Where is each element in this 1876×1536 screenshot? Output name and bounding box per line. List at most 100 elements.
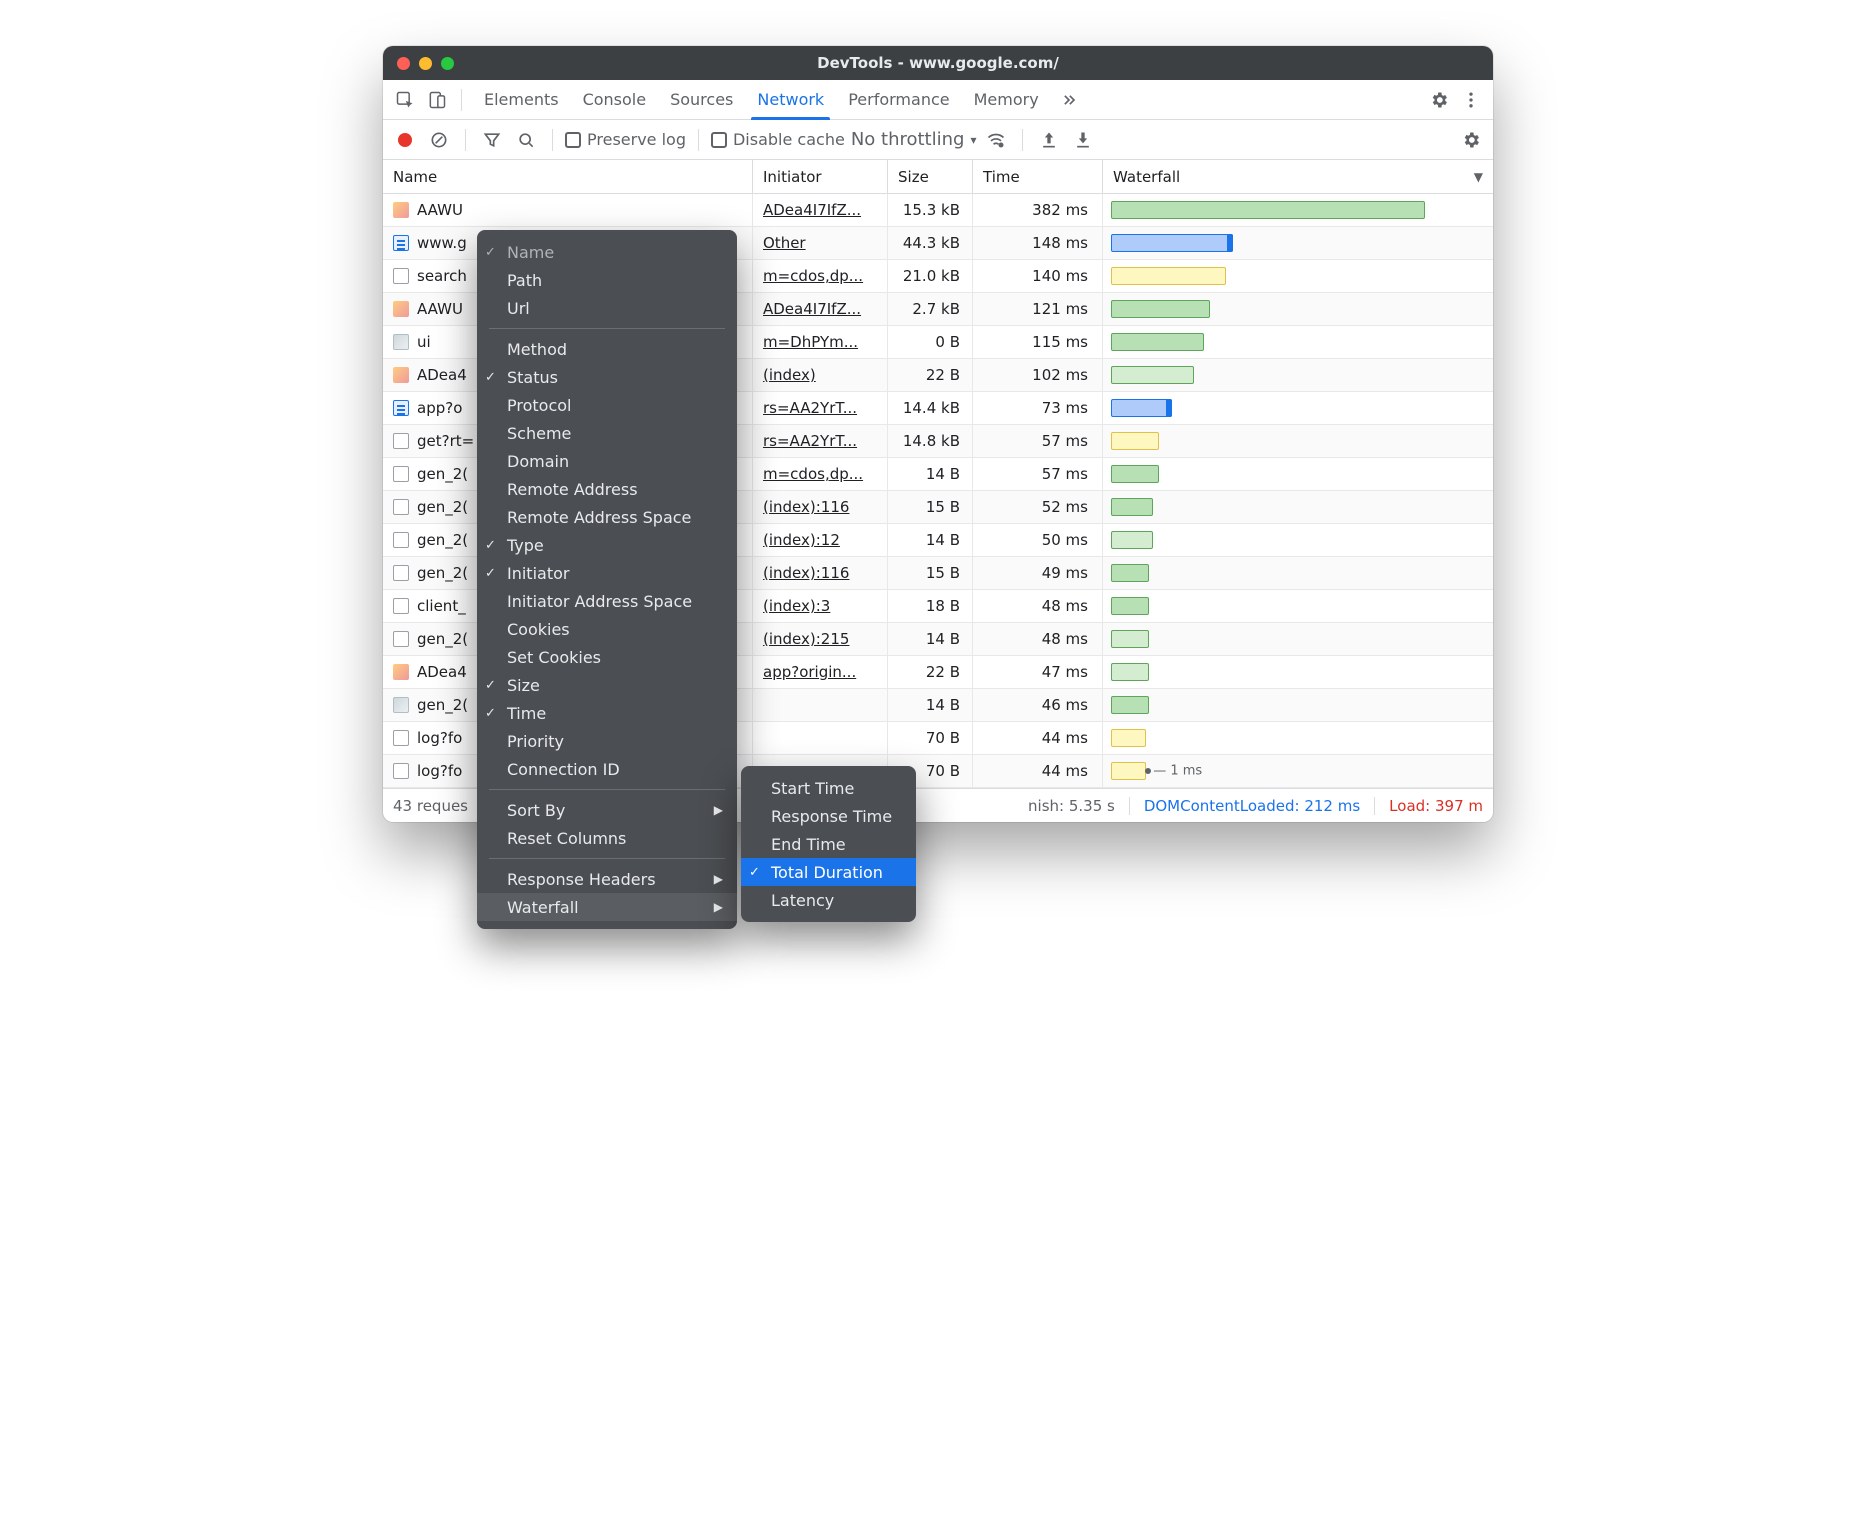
menu-item-initiator-address-space[interactable]: Initiator Address Space: [477, 587, 737, 615]
menu-item-time[interactable]: ✓Time: [477, 699, 737, 727]
menu-item-remote-address-space[interactable]: Remote Address Space: [477, 503, 737, 531]
file-name-label: gen_2(: [417, 465, 468, 483]
menu-item-domain[interactable]: Domain: [477, 447, 737, 475]
cell-time: 44 ms: [973, 722, 1103, 754]
submenu-item-end-time[interactable]: End Time: [741, 830, 916, 858]
download-har-icon[interactable]: [1069, 126, 1097, 154]
cell-initiator[interactable]: m=DhPYm...: [753, 326, 888, 358]
tab-performance[interactable]: Performance: [836, 80, 961, 119]
cell-initiator[interactable]: app?origin...: [753, 656, 888, 688]
cell-initiator[interactable]: (index):3: [753, 590, 888, 622]
menu-item-waterfall[interactable]: Waterfall▶: [477, 893, 737, 921]
table-row[interactable]: AAWUADea4I7IfZ...15.3 kB382 ms: [383, 194, 1493, 227]
cell-initiator[interactable]: m=cdos,dp...: [753, 458, 888, 490]
cell-time: 73 ms: [973, 392, 1103, 424]
submenu-item-response-time[interactable]: Response Time: [741, 802, 916, 830]
menu-item-cookies[interactable]: Cookies: [477, 615, 737, 643]
column-header-waterfall[interactable]: Waterfall▼: [1103, 160, 1493, 193]
cell-initiator[interactable]: rs=AA2YrT...: [753, 392, 888, 424]
cell-time: 49 ms: [973, 557, 1103, 589]
cell-initiator[interactable]: [753, 722, 888, 754]
image-icon: [393, 334, 409, 350]
menu-item-status[interactable]: ✓Status: [477, 363, 737, 391]
menu-item-initiator[interactable]: ✓Initiator: [477, 559, 737, 587]
menu-item-size[interactable]: ✓Size: [477, 671, 737, 699]
more-panels-icon[interactable]: [1055, 86, 1083, 114]
menu-item-protocol[interactable]: Protocol: [477, 391, 737, 419]
cell-time: 50 ms: [973, 524, 1103, 556]
menu-item-priority[interactable]: Priority: [477, 727, 737, 755]
cell-size: 21.0 kB: [888, 260, 973, 292]
more-menu-icon[interactable]: [1457, 86, 1485, 114]
column-header-initiator[interactable]: Initiator: [753, 160, 888, 193]
network-settings-gear-icon[interactable]: [1457, 126, 1485, 154]
menu-item-sort-by[interactable]: Sort By▶: [477, 796, 737, 824]
menu-item-scheme[interactable]: Scheme: [477, 419, 737, 447]
tab-sources[interactable]: Sources: [658, 80, 745, 119]
tab-memory[interactable]: Memory: [962, 80, 1051, 119]
menu-item-set-cookies[interactable]: Set Cookies: [477, 643, 737, 671]
cell-initiator[interactable]: rs=AA2YrT...: [753, 425, 888, 457]
tab-elements[interactable]: Elements: [472, 80, 571, 119]
filter-icon[interactable]: [478, 126, 506, 154]
menu-item-name[interactable]: ✓Name: [477, 238, 737, 266]
menu-item-response-headers[interactable]: Response Headers▶: [477, 865, 737, 893]
cell-waterfall: [1103, 227, 1493, 259]
submenu-item-latency[interactable]: Latency: [741, 886, 916, 914]
network-conditions-icon[interactable]: [982, 126, 1010, 154]
device-toolbar-icon[interactable]: [423, 86, 451, 114]
cell-initiator[interactable]: (index):116: [753, 557, 888, 589]
cell-initiator[interactable]: (index):12: [753, 524, 888, 556]
waterfall-bar: [1111, 564, 1149, 582]
column-header-time[interactable]: Time: [973, 160, 1103, 193]
cell-initiator[interactable]: ADea4I7IfZ...: [753, 194, 888, 226]
preserve-log-checkbox[interactable]: Preserve log: [565, 130, 686, 149]
cell-initiator[interactable]: (index): [753, 359, 888, 391]
file-icon: [393, 565, 409, 581]
cell-waterfall: [1103, 590, 1493, 622]
cell-initiator[interactable]: m=cdos,dp...: [753, 260, 888, 292]
cell-waterfall: [1103, 491, 1493, 523]
cell-initiator[interactable]: (index):116: [753, 491, 888, 523]
inspect-element-icon[interactable]: [391, 86, 419, 114]
cell-waterfall: [1103, 425, 1493, 457]
cell-initiator[interactable]: (index):215: [753, 623, 888, 655]
submenu-item-total-duration[interactable]: ✓Total Duration: [741, 858, 916, 886]
disable-cache-checkbox[interactable]: Disable cache: [711, 130, 845, 149]
menu-item-reset-columns[interactable]: Reset Columns: [477, 824, 737, 852]
file-name-label: app?o: [417, 399, 462, 417]
menu-item-method[interactable]: Method: [477, 335, 737, 363]
cell-initiator[interactable]: Other: [753, 227, 888, 259]
cell-initiator[interactable]: [753, 689, 888, 721]
cell-initiator[interactable]: ADea4I7IfZ...: [753, 293, 888, 325]
tab-console[interactable]: Console: [571, 80, 659, 119]
fullscreen-button[interactable]: [441, 57, 454, 70]
cell-size: 22 B: [888, 656, 973, 688]
menu-item-url[interactable]: Url: [477, 294, 737, 322]
tab-network[interactable]: Network: [745, 80, 836, 119]
search-icon[interactable]: [512, 126, 540, 154]
record-button[interactable]: [391, 126, 419, 154]
waterfall-bar: [1111, 366, 1194, 384]
upload-har-icon[interactable]: [1035, 126, 1063, 154]
clear-icon[interactable]: [425, 126, 453, 154]
column-header-name[interactable]: Name: [383, 160, 753, 193]
submenu-item-start-time[interactable]: Start Time: [741, 774, 916, 802]
column-header-size[interactable]: Size: [888, 160, 973, 193]
menu-item-path[interactable]: Path: [477, 266, 737, 294]
cell-time: 102 ms: [973, 359, 1103, 391]
settings-gear-icon[interactable]: [1425, 86, 1453, 114]
file-name-label: gen_2(: [417, 630, 468, 648]
file-name-label: gen_2(: [417, 696, 468, 714]
image-icon: [393, 697, 409, 713]
throttling-select[interactable]: No throttling ▾: [851, 129, 977, 150]
minimize-button[interactable]: [419, 57, 432, 70]
file-name-label: log?fo: [417, 729, 462, 747]
cell-size: 14 B: [888, 524, 973, 556]
menu-item-remote-address[interactable]: Remote Address: [477, 475, 737, 503]
close-button[interactable]: [397, 57, 410, 70]
menu-item-type[interactable]: ✓Type: [477, 531, 737, 559]
status-finish: nish: 5.35 s: [1028, 797, 1115, 815]
menu-item-connection-id[interactable]: Connection ID: [477, 755, 737, 783]
avatar-icon: [393, 202, 409, 218]
